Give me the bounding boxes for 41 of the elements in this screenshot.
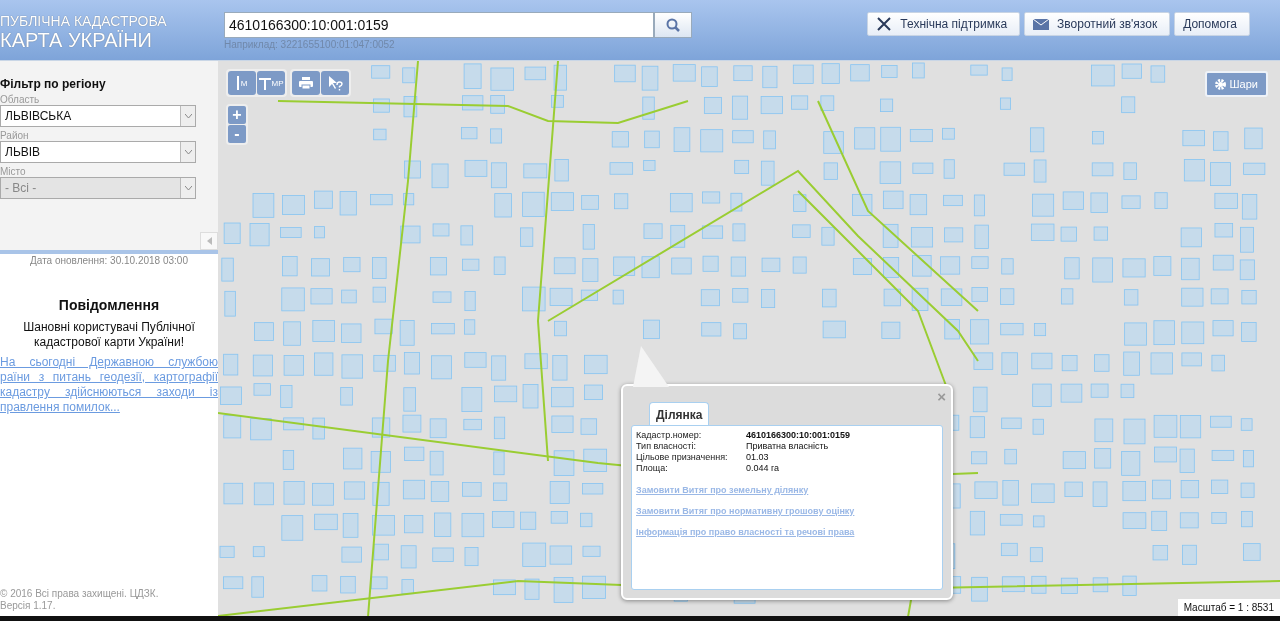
notice-link[interactable]: правлення помилок...: [0, 400, 218, 415]
property-label: Цільове призначення:: [636, 452, 729, 463]
logo-title: ПУБЛІЧНА КАДАСТРОВА: [0, 14, 168, 29]
unit-label: М: [240, 78, 248, 88]
popup-tab[interactable]: Ділянка: [649, 402, 710, 426]
select-field[interactable]: ЛЬВІВ: [0, 141, 196, 163]
notice-link[interactable]: На сьогодні Державною службою: [0, 355, 218, 370]
property-value: 4610166300:10:001:0159: [746, 430, 852, 441]
header-button[interactable]: Технічна підтримка: [867, 12, 1021, 36]
zoom-out-button[interactable]: -: [228, 125, 246, 143]
property-label: Тип власності:: [636, 441, 697, 452]
select-field[interactable]: ЛЬВІВСЬКА: [0, 105, 196, 127]
notice-title: Повідомлення: [57, 297, 161, 313]
popup-link[interactable]: Інформація про право власності та речові права: [636, 527, 855, 537]
notice-link[interactable]: кадастру здійснюються заходи із: [0, 385, 218, 400]
search-field[interactable]: 4610166300:10:001:0159: [224, 12, 654, 38]
field-label: Область: [0, 94, 41, 105]
popup-link[interactable]: Замовити Витяг про земельну ділянку: [636, 485, 809, 495]
popup-link[interactable]: Замовити Витяг про нормативну грошову оцінку: [636, 506, 855, 516]
filter-title: Фільтр по регіону: [0, 77, 107, 91]
property-value: 01.03: [746, 452, 770, 463]
layers-button[interactable]: Шари: [1204, 71, 1268, 97]
close-button[interactable]: ×: [937, 388, 946, 405]
zoom-in-button[interactable]: +: [228, 106, 246, 124]
measure-button[interactable]: МР: [257, 71, 285, 95]
update-date: Дата оновлення: 30.10.2018 03:00: [29, 255, 189, 266]
header-button[interactable]: Зворотний зв'язок: [1024, 12, 1171, 36]
logo-title: КАРТА УКРАЇНИ: [0, 29, 153, 51]
scale-label: Масштаб = 1 : 8531: [1177, 599, 1280, 616]
field-label: Район: [0, 130, 30, 141]
property-value: Приватна власність: [746, 441, 830, 452]
unit-label: МР: [271, 78, 284, 88]
copyright-text: © 2016 Всі права захищені. ЦДЗК. Версія 1.17.: [0, 588, 160, 612]
property-label: Кадастр.номер:: [636, 430, 703, 441]
field-label: Місто: [0, 166, 27, 177]
measure-button[interactable]: М: [228, 71, 256, 95]
property-value: 0.044 га: [746, 463, 781, 474]
notice-link[interactable]: раїни з питань геодезії, картографії: [0, 370, 218, 385]
property-label: Площа:: [636, 463, 669, 474]
notice-text: Шановні користувачі Публічної кадастрової карти України!: [22, 320, 196, 350]
header-button[interactable]: Допомога: [1174, 12, 1250, 36]
